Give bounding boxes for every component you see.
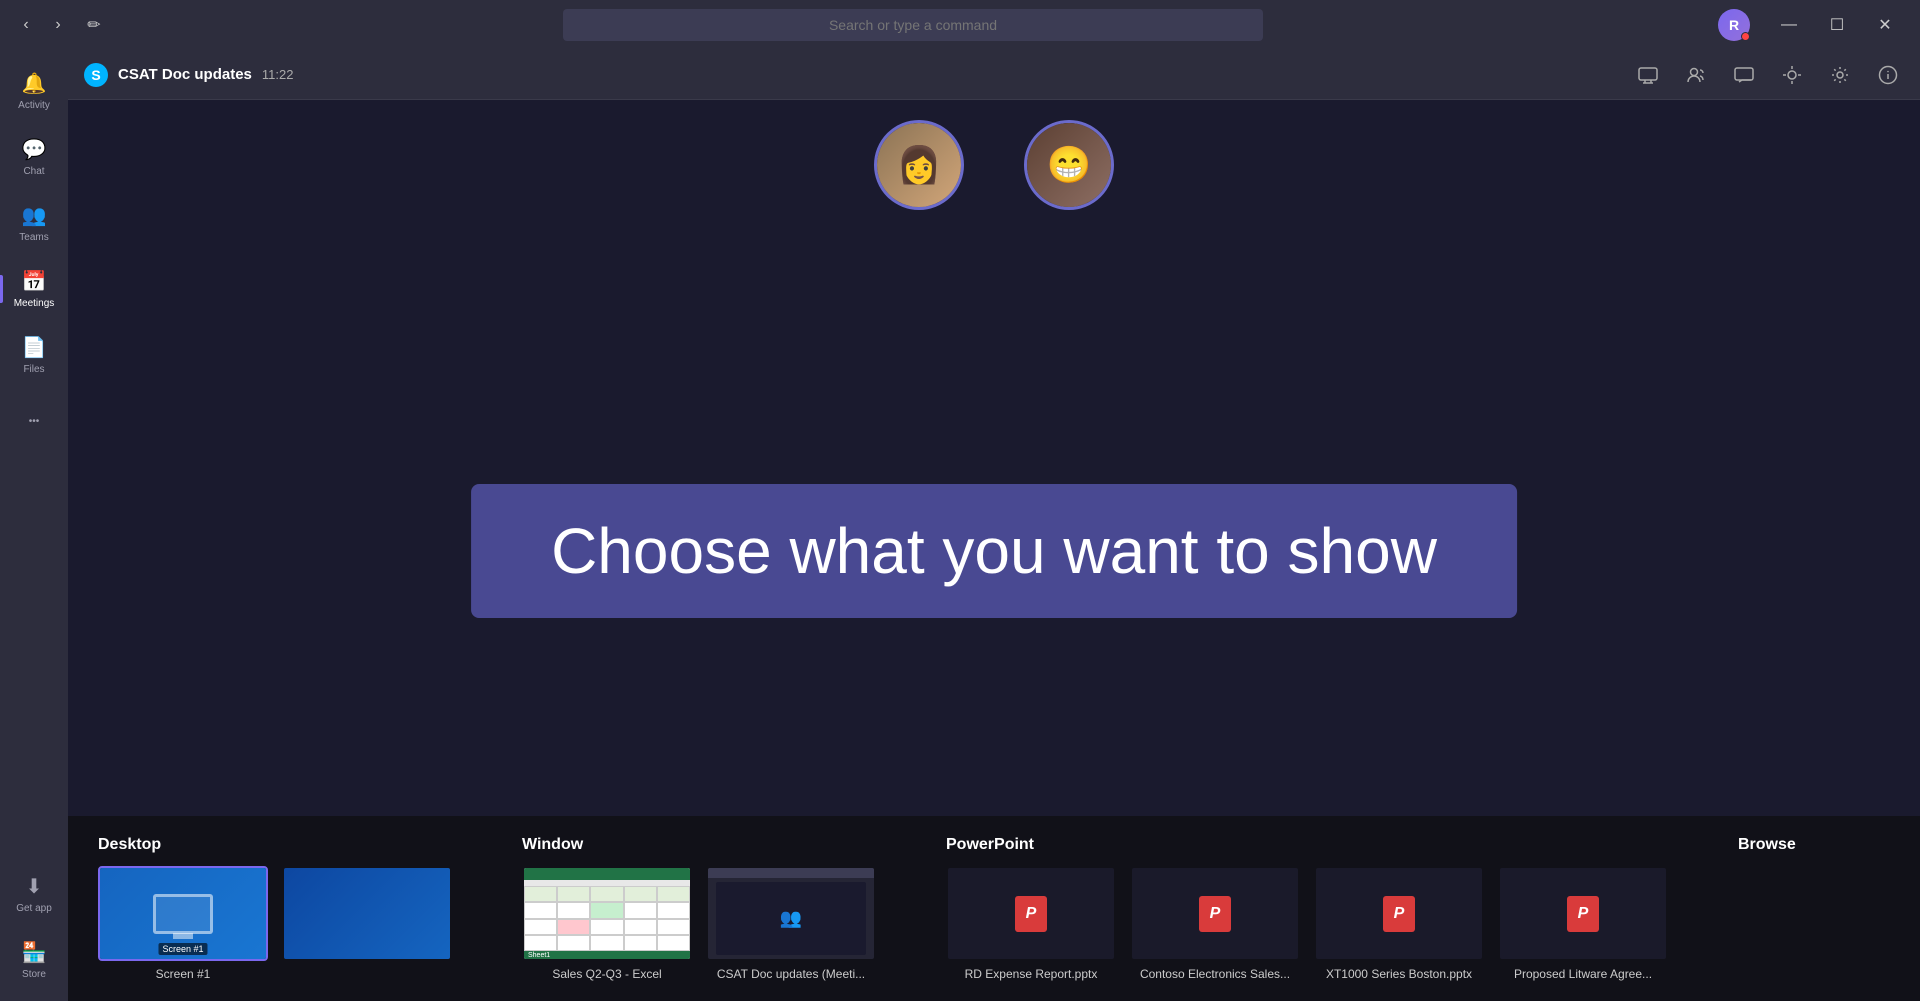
back-button[interactable]: ‹ <box>12 11 40 39</box>
screen1-thumb[interactable]: Screen #1 Screen #1 <box>98 866 268 981</box>
main-layout: 🔔 Activity 💬 Chat 👥 Teams 📅 Meetings 📄 F… <box>0 50 1920 1001</box>
sidebar-item-activity[interactable]: 🔔 Activity <box>0 58 68 124</box>
sidebar-label-teams: Teams <box>19 232 48 243</box>
desktop-section: Desktop Screen #1 Screen #1 <box>98 836 452 981</box>
contoso-thumb[interactable]: Contoso Electronics Sales... <box>1130 866 1300 981</box>
sidebar-label-store: Store <box>22 969 46 980</box>
screen2-preview <box>282 866 452 961</box>
excel-thumb[interactable]: Sheet1 Sales Q2-Q3 - Excel <box>522 866 692 981</box>
rd-expense-thumb[interactable]: RD Expense Report.pptx <box>946 866 1116 981</box>
getapp-icon: ⬇ <box>26 874 43 899</box>
maximize-button[interactable]: ☐ <box>1814 9 1860 41</box>
avatar[interactable]: R <box>1718 9 1750 41</box>
meeting-time: 11:22 <box>262 67 294 82</box>
files-icon: 📄 <box>22 335 47 360</box>
sidebar-item-getapp[interactable]: ⬇ Get app <box>0 861 68 927</box>
desktop-title: Desktop <box>98 836 452 854</box>
sidebar-label-activity: Activity <box>18 100 50 111</box>
search-input[interactable] <box>563 9 1263 41</box>
teams-thumb[interactable]: 👥 CSAT Doc updates (Meeti... <box>706 866 876 981</box>
rd-expense-preview <box>946 866 1116 961</box>
sidebar-item-teams[interactable]: 👥 Teams <box>0 190 68 256</box>
chat-icon: 💬 <box>22 137 47 162</box>
browse-title: Browse <box>1738 836 1908 854</box>
effects-button[interactable] <box>1776 59 1808 91</box>
powerpoint-title: PowerPoint <box>946 836 1668 854</box>
powerpoint-section: PowerPoint RD Expense Report.pptx <box>946 836 1668 981</box>
proposed-label: Proposed Litware Agree... <box>1498 967 1668 981</box>
activity-icon: 🔔 <box>22 71 47 96</box>
share-options: Desktop Screen #1 Screen #1 <box>68 816 1920 1001</box>
sidebar-item-chat[interactable]: 💬 Chat <box>0 124 68 190</box>
window-title: Window <box>522 836 876 854</box>
close-button[interactable]: ✕ <box>1862 9 1908 41</box>
status-dot <box>1741 32 1750 41</box>
excel-label: Sales Q2-Q3 - Excel <box>522 967 692 981</box>
sidebar-label-chat: Chat <box>23 166 44 177</box>
edit-button[interactable]: ✏ <box>80 11 108 39</box>
xt1000-thumb[interactable]: XT1000 Series Boston.pptx <box>1314 866 1484 981</box>
window-controls: — ☐ ✕ <box>1766 9 1908 41</box>
sidebar-item-files[interactable]: 📄 Files <box>0 322 68 388</box>
teams-icon: 👥 <box>22 203 47 228</box>
meeting-header: S CSAT Doc updates 11:22 <box>68 50 1920 100</box>
nav-buttons: ‹ › <box>12 11 72 39</box>
share-sections: Desktop Screen #1 Screen #1 <box>98 836 1890 981</box>
minimize-button[interactable]: — <box>1766 9 1812 41</box>
participant-left: 👩 <box>874 120 964 210</box>
participants-button[interactable] <box>1680 59 1712 91</box>
sidebar-label-meetings: Meetings <box>14 298 55 309</box>
skype-icon: S <box>84 63 108 87</box>
content-area: S CSAT Doc updates 11:22 <box>68 50 1920 1001</box>
overlay-banner: Choose what you want to show <box>471 484 1517 618</box>
title-bar-right: R — ☐ ✕ <box>1718 9 1908 41</box>
sidebar-item-meetings[interactable]: 📅 Meetings <box>0 256 68 322</box>
meeting-title-row: S CSAT Doc updates 11:22 <box>84 63 293 87</box>
desktop-items: Screen #1 Screen #1 <box>98 866 452 981</box>
teams-label: CSAT Doc updates (Meeti... <box>706 967 876 981</box>
participant-right: 😁 <box>1024 120 1114 210</box>
meeting-title: CSAT Doc updates <box>118 66 252 83</box>
sidebar: 🔔 Activity 💬 Chat 👥 Teams 📅 Meetings 📄 F… <box>0 50 68 1001</box>
proposed-preview <box>1498 866 1668 961</box>
screen1-label: Screen #1 <box>98 967 268 981</box>
browse-section: Browse <box>1738 836 1908 961</box>
screen-share-button[interactable] <box>1632 59 1664 91</box>
video-area: 👩 😁 Choose what you want to show Desktop <box>68 100 1920 1001</box>
powerpoint-items: RD Expense Report.pptx Contoso Electroni… <box>946 866 1668 981</box>
sidebar-label-getapp: Get app <box>16 903 52 914</box>
xt1000-label: XT1000 Series Boston.pptx <box>1314 967 1484 981</box>
chat-button[interactable] <box>1728 59 1760 91</box>
proposed-thumb[interactable]: Proposed Litware Agree... <box>1498 866 1668 981</box>
sidebar-label-files: Files <box>23 364 44 375</box>
excel-preview: Sheet1 <box>522 866 692 961</box>
teams-preview: 👥 <box>706 866 876 961</box>
more-label: ••• <box>29 416 40 427</box>
window-items: Sheet1 Sales Q2-Q3 - Excel <box>522 866 876 981</box>
settings-button[interactable] <box>1824 59 1856 91</box>
contoso-preview <box>1130 866 1300 961</box>
overlay-banner-text: Choose what you want to show <box>551 514 1437 588</box>
screen2-thumb[interactable] <box>282 866 452 981</box>
meetings-icon: 📅 <box>22 269 47 294</box>
screen1-preview: Screen #1 <box>98 866 268 961</box>
xt1000-preview <box>1314 866 1484 961</box>
sidebar-item-more[interactable]: ••• <box>0 388 68 454</box>
contoso-label: Contoso Electronics Sales... <box>1130 967 1300 981</box>
title-bar-left: ‹ › ✏ <box>12 11 108 39</box>
window-section: Window <box>522 836 876 981</box>
sidebar-bottom: ⬇ Get app 🏪 Store <box>0 861 68 993</box>
meeting-controls <box>1632 59 1904 91</box>
title-bar: ‹ › ✏ R — ☐ ✕ <box>0 0 1920 50</box>
forward-button[interactable]: › <box>44 11 72 39</box>
rd-expense-label: RD Expense Report.pptx <box>946 967 1116 981</box>
participant-row: 👩 😁 <box>68 120 1920 210</box>
sidebar-item-store[interactable]: 🏪 Store <box>0 927 68 993</box>
store-icon: 🏪 <box>22 940 47 965</box>
info-button[interactable] <box>1872 59 1904 91</box>
